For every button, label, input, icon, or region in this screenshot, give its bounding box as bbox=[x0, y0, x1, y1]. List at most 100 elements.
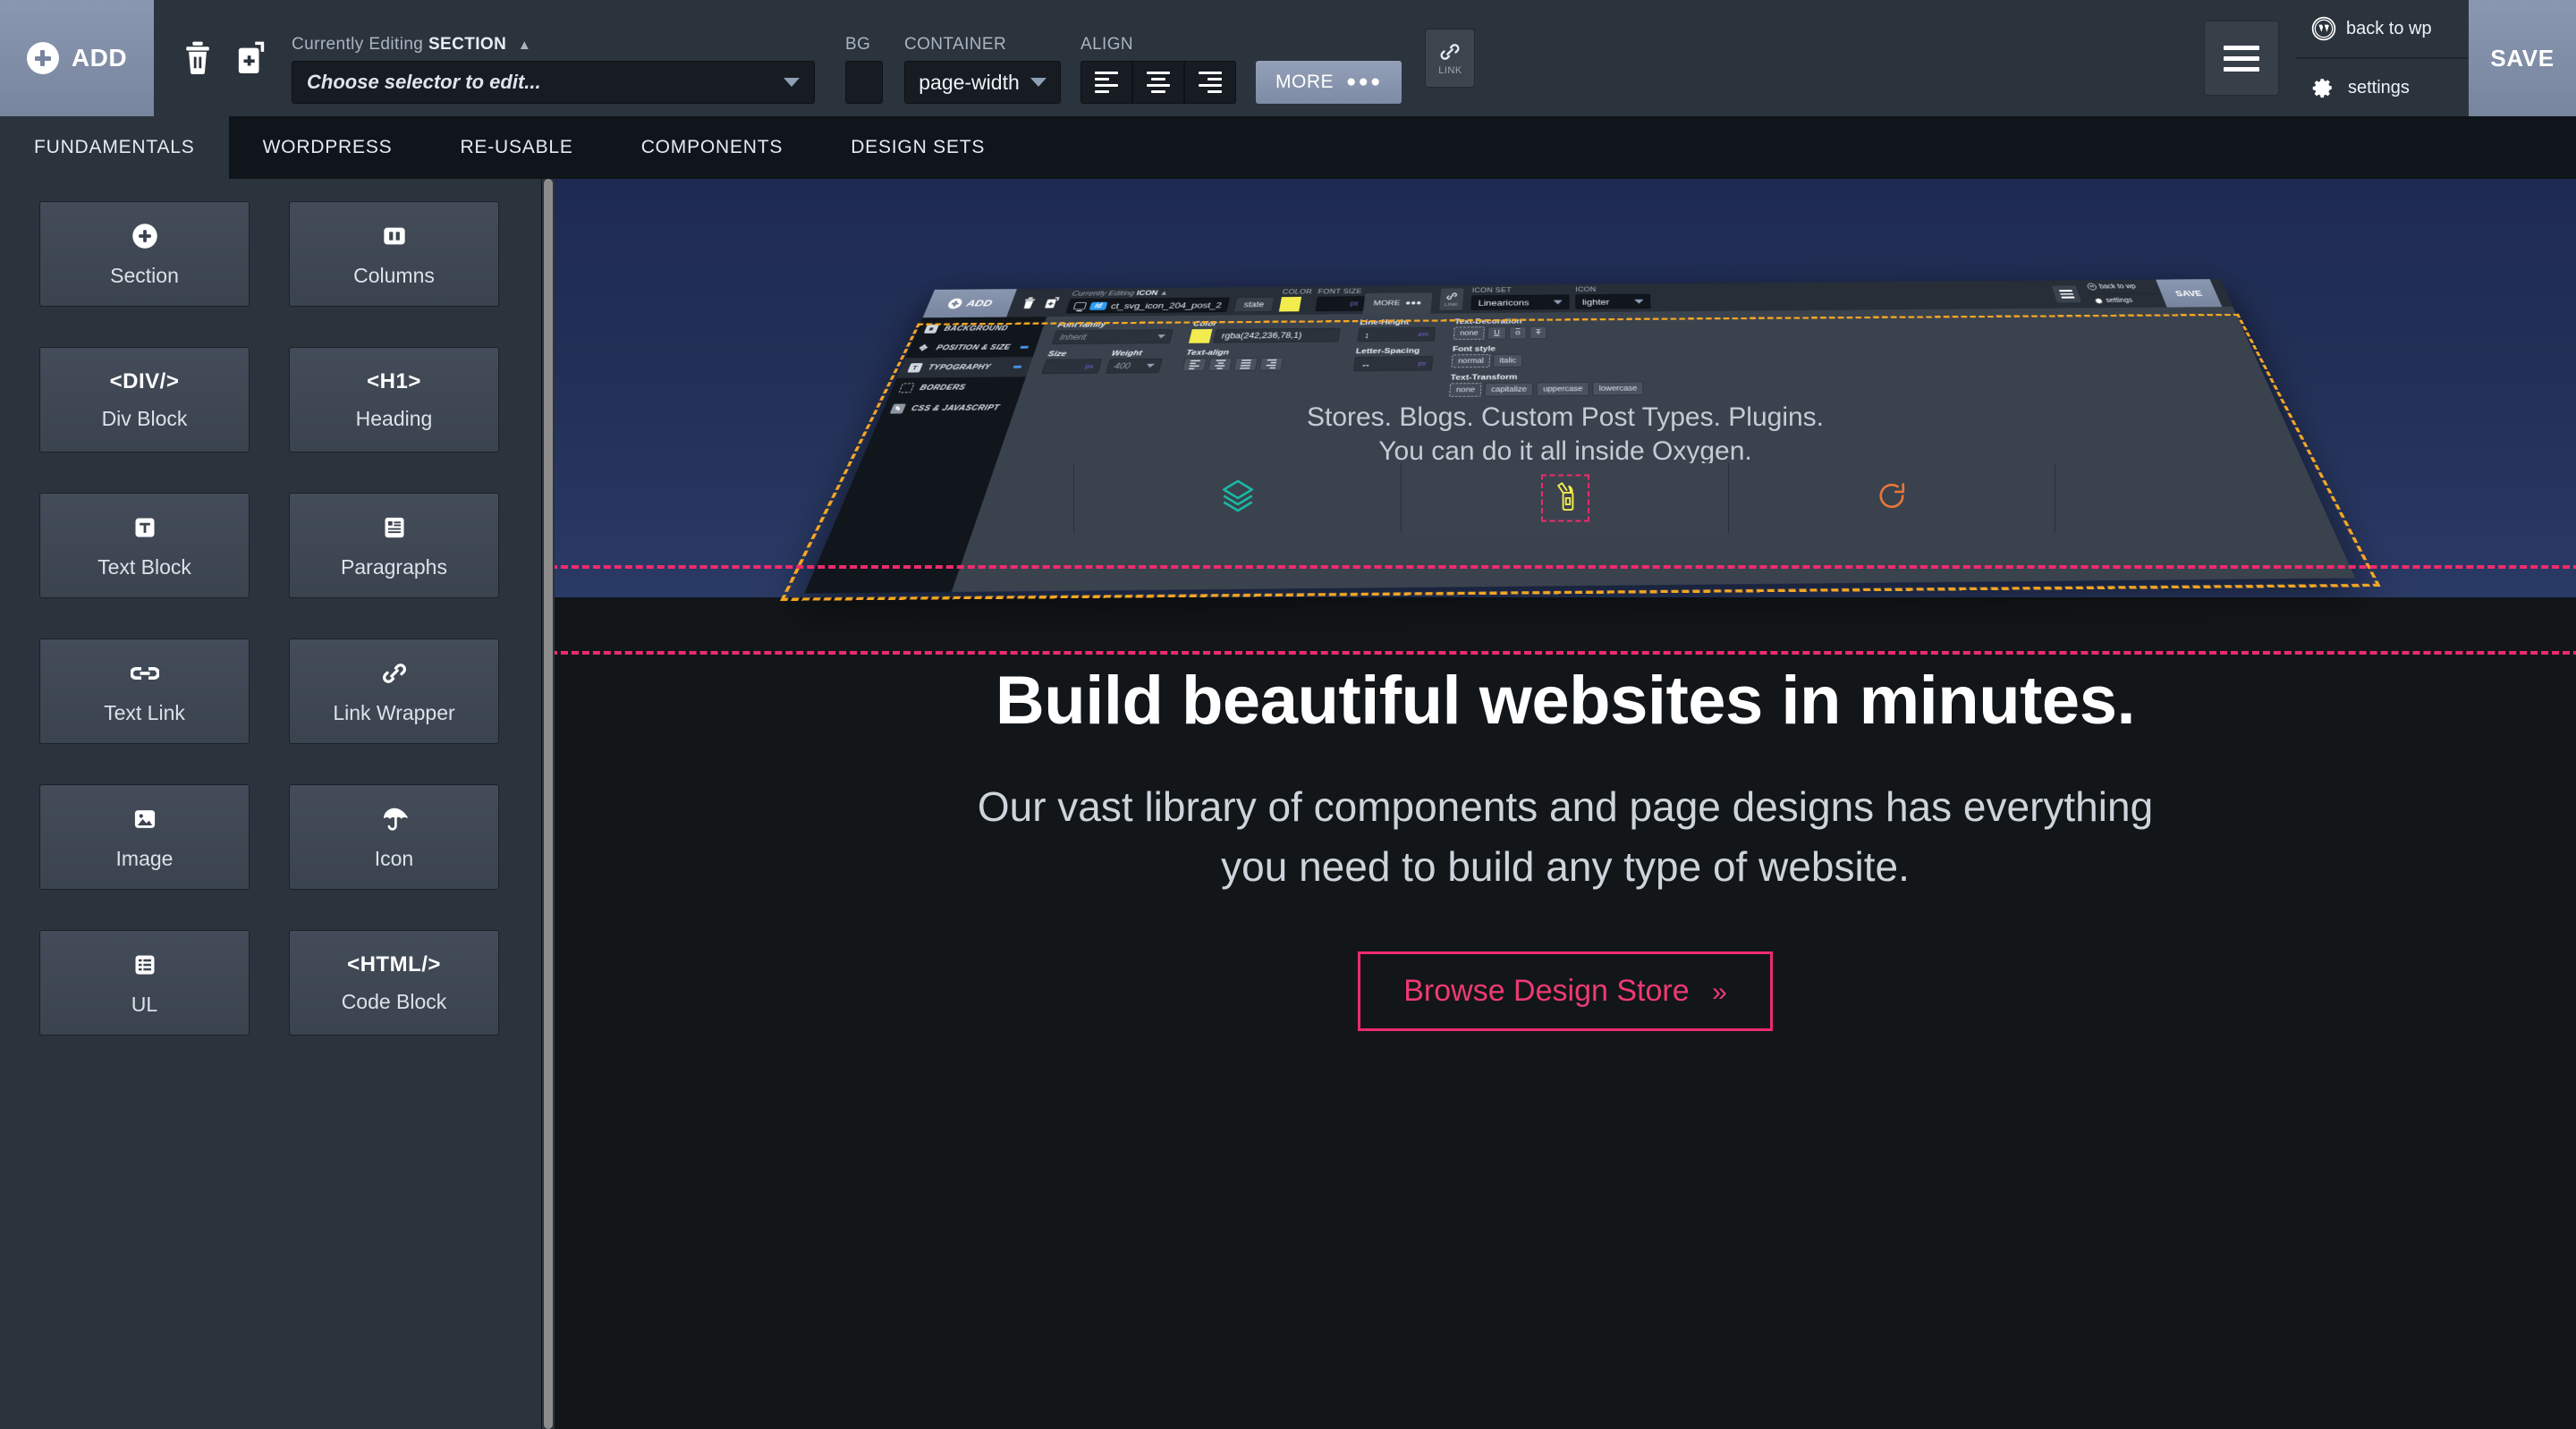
bg-color-swatch[interactable] bbox=[845, 61, 883, 104]
nested-icon-cell-redo[interactable] bbox=[1728, 463, 2055, 533]
caret-up-icon[interactable]: ▲ bbox=[1159, 290, 1169, 297]
back-to-wp-button[interactable]: back to wp bbox=[2295, 0, 2469, 59]
nested-selector-group: Currently Editing ICON ▲ id ct_svg_icon_… bbox=[1064, 287, 1232, 317]
selected-section-outline[interactable] bbox=[555, 565, 2576, 655]
nested-tt-uppercase-button[interactable]: uppercase bbox=[1537, 382, 1589, 396]
tile-label: Columns bbox=[353, 264, 435, 288]
nested-td-none-button[interactable]: none bbox=[1453, 326, 1485, 340]
nested-icon-cell-lighter[interactable] bbox=[1401, 463, 1728, 533]
nested-hamburger-button[interactable] bbox=[2051, 285, 2083, 303]
nested-more-button[interactable]: MORE ●●● bbox=[1362, 292, 1432, 314]
nested-td-linethrough-button[interactable]: T bbox=[1530, 326, 1547, 339]
nested-align-justify-button[interactable] bbox=[1233, 358, 1258, 371]
nested-td-overline-button[interactable]: o bbox=[1509, 326, 1527, 339]
tile-code-block[interactable]: <HTML/> Code Block bbox=[289, 930, 499, 1036]
caret-up-icon[interactable]: ▲ bbox=[518, 38, 531, 53]
nested-selector-field[interactable]: id ct_svg_icon_204_post_2 bbox=[1065, 298, 1229, 314]
tile-div-block[interactable]: <DIV/> Div Block bbox=[39, 347, 250, 452]
nested-color-group: COLOR bbox=[1278, 286, 1313, 315]
link-button[interactable]: LINK bbox=[1425, 29, 1475, 88]
tab-design-sets[interactable]: DESIGN SETS bbox=[817, 116, 1019, 179]
nested-right-actions: back to wp settings SAVE bbox=[2038, 279, 2233, 309]
nested-line-height-input[interactable]: ↕ em bbox=[1357, 327, 1436, 342]
nested-fs-normal-button[interactable]: normal bbox=[1452, 354, 1491, 368]
plus-circle-icon bbox=[27, 42, 59, 74]
nested-nav-background[interactable]: ■ BACKGROUND bbox=[914, 318, 1046, 338]
nested-color-field[interactable]: rgba(242,236,78,1) bbox=[1189, 328, 1341, 343]
container-select[interactable]: page-width bbox=[904, 61, 1061, 104]
align-right-button[interactable] bbox=[1184, 61, 1236, 104]
gear-icon bbox=[2094, 298, 2105, 305]
back-to-wp-label: back to wp bbox=[2346, 19, 2432, 39]
add-button[interactable]: ADD bbox=[0, 0, 154, 116]
nested-nav-typography[interactable]: T TYPOGRAPHY bbox=[897, 357, 1033, 378]
nested-icon-select[interactable]: lighter bbox=[1575, 294, 1650, 309]
nested-nav-borders[interactable]: BORDERS bbox=[888, 376, 1026, 398]
nested-align-center-button[interactable] bbox=[1208, 358, 1233, 371]
nested-save-button[interactable]: SAVE bbox=[2156, 279, 2222, 307]
nested-link-button[interactable]: LINK bbox=[1438, 288, 1464, 311]
tile-text-block[interactable]: Text Block bbox=[39, 493, 250, 598]
collapse-icon[interactable] bbox=[1020, 346, 1029, 349]
align-left-button[interactable] bbox=[1080, 61, 1132, 104]
nested-fs-italic-button[interactable]: italic bbox=[1493, 354, 1522, 368]
nested-state-button[interactable]: state bbox=[1233, 297, 1275, 312]
collapse-icon[interactable] bbox=[1013, 366, 1021, 368]
align-center-button[interactable] bbox=[1132, 61, 1184, 104]
link-icon bbox=[1438, 40, 1462, 63]
nested-font-size-input[interactable]: px bbox=[1315, 296, 1365, 311]
tile-text-link[interactable]: Text Link bbox=[39, 638, 250, 744]
nested-size-input[interactable]: px bbox=[1041, 359, 1102, 374]
nested-icon-cell-layers[interactable] bbox=[1073, 463, 1401, 533]
nested-td-underline-button[interactable]: U bbox=[1487, 326, 1506, 339]
tile-columns[interactable]: Columns bbox=[289, 201, 499, 307]
tile-label: Icon bbox=[375, 847, 413, 871]
container-group: CONTAINER page-width bbox=[904, 0, 1061, 116]
nested-tt-none-button[interactable]: none bbox=[1449, 383, 1482, 397]
browse-design-store-button[interactable]: Browse Design Store » bbox=[1358, 951, 1773, 1031]
nested-color-swatch[interactable] bbox=[1279, 297, 1301, 312]
sidebar-scrollbar[interactable] bbox=[542, 179, 555, 1429]
duplicate-icon[interactable] bbox=[236, 41, 267, 75]
hamburger-menu-button[interactable] bbox=[2204, 21, 2279, 96]
nested-tt-capitalize-button[interactable]: capitalize bbox=[1485, 383, 1534, 397]
nested-tt-lowercase-button[interactable]: lowercase bbox=[1592, 382, 1644, 396]
nested-align-left-button[interactable] bbox=[1182, 358, 1208, 371]
tile-icon[interactable]: Icon bbox=[289, 784, 499, 890]
nested-weight-select[interactable]: 400 bbox=[1106, 359, 1163, 374]
tab-fundamentals[interactable]: FUNDAMENTALS bbox=[0, 116, 229, 179]
more-button[interactable]: MORE ●●● bbox=[1256, 61, 1402, 104]
nested-icon-set-value: Linearicons bbox=[1478, 298, 1529, 308]
nested-currently-editing-caption: Currently Editing ICON ▲ bbox=[1071, 289, 1231, 298]
tab-wordpress[interactable]: WORDPRESS bbox=[229, 116, 427, 179]
duplicate-icon[interactable] bbox=[1044, 297, 1061, 309]
element-tile-grid: Section Columns <DIV/> Div Block <H1> He… bbox=[0, 201, 541, 1036]
tile-image[interactable]: Image bbox=[39, 784, 250, 890]
nested-letter-spacing-input[interactable]: ↔ px bbox=[1353, 356, 1433, 371]
selector-dropdown[interactable]: Choose selector to edit... bbox=[292, 61, 815, 104]
sidebar-scrollbar-thumb[interactable] bbox=[544, 179, 553, 1429]
nested-add-button[interactable]: ADD bbox=[923, 289, 1017, 317]
trash-icon[interactable] bbox=[1021, 297, 1038, 309]
nested-icon-set-select[interactable]: Linearicons bbox=[1470, 294, 1569, 309]
nested-font-family-value: Inherit bbox=[1058, 333, 1088, 342]
nested-back-to-wp[interactable]: back to wp bbox=[2080, 280, 2156, 294]
tab-components[interactable]: COMPONENTS bbox=[607, 116, 818, 179]
chevron-down-icon bbox=[1146, 364, 1155, 368]
nested-nav-css-javascript[interactable]: ✎ CSS & JAVASCRIPT bbox=[879, 397, 1019, 419]
tile-ul[interactable]: UL bbox=[39, 930, 250, 1036]
tile-heading[interactable]: <H1> Heading bbox=[289, 347, 499, 452]
nested-font-family-select[interactable]: Inherit bbox=[1051, 329, 1173, 344]
settings-button[interactable]: settings bbox=[2295, 59, 2469, 116]
tile-section[interactable]: Section bbox=[39, 201, 250, 307]
nested-settings[interactable]: settings bbox=[2086, 293, 2161, 308]
tile-paragraphs[interactable]: Paragraphs bbox=[289, 493, 499, 598]
tab-re-usable[interactable]: RE-USABLE bbox=[426, 116, 606, 179]
save-button[interactable]: SAVE bbox=[2469, 0, 2576, 116]
tile-link-wrapper[interactable]: Link Wrapper bbox=[289, 638, 499, 744]
nested-align-right-button[interactable] bbox=[1258, 358, 1284, 371]
trash-icon[interactable] bbox=[182, 41, 213, 75]
nested-color-field-swatch[interactable] bbox=[1189, 329, 1213, 343]
align-left-icon bbox=[1095, 72, 1118, 93]
nested-nav-position-size[interactable]: ✥ POSITION & SIZE bbox=[905, 337, 1039, 358]
